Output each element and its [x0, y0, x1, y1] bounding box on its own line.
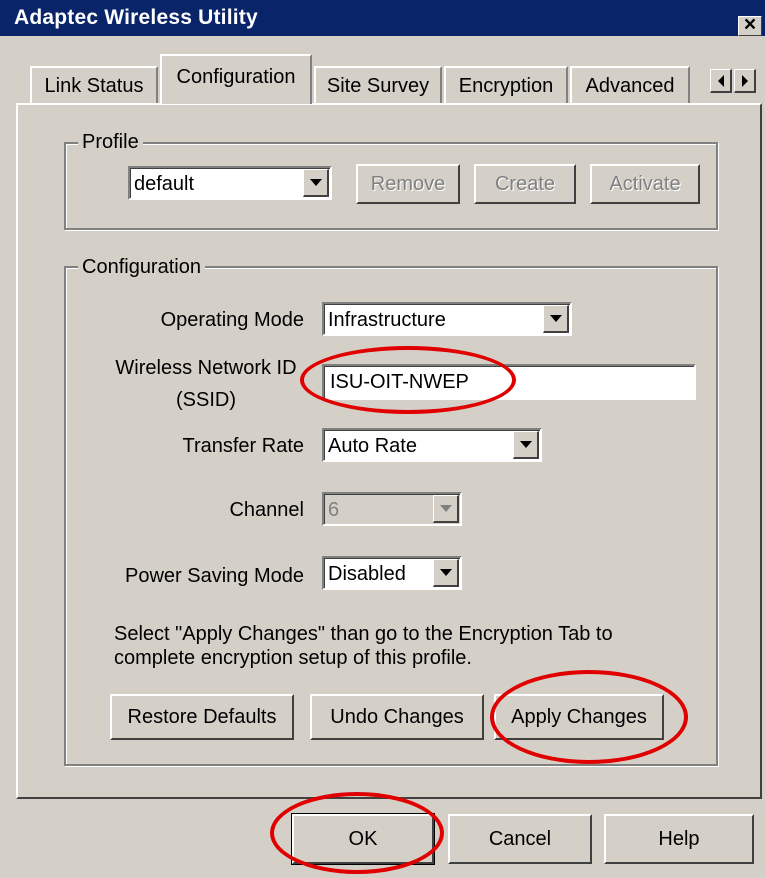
tab-encryption[interactable]: Encryption — [444, 66, 568, 104]
undo-changes-button[interactable]: Undo Changes — [310, 694, 484, 740]
chevron-down-icon — [440, 505, 452, 512]
channel-label: Channel — [229, 499, 304, 521]
profile-select-value: default — [134, 173, 195, 195]
operating-mode-label: Operating Mode — [160, 309, 304, 331]
close-button[interactable]: × — [738, 13, 762, 36]
tab-scroll-left-button[interactable] — [710, 69, 732, 93]
activate-profile-button[interactable]: Activate — [590, 164, 700, 204]
tab-label: Configuration — [176, 66, 296, 88]
remove-profile-button[interactable]: Remove — [356, 164, 460, 204]
tab-link-status[interactable]: Link Status — [30, 66, 158, 104]
create-profile-button[interactable]: Create — [474, 164, 576, 204]
dropdown-button[interactable] — [303, 169, 329, 197]
ssid-input-value: ISU-OIT-NWEP — [330, 371, 469, 393]
tab-site-survey[interactable]: Site Survey — [314, 66, 442, 104]
ssid-label-line1: Wireless Network ID — [115, 357, 297, 379]
dropdown-button[interactable] — [433, 495, 459, 523]
help-button[interactable]: Help — [604, 814, 754, 864]
close-icon: × — [743, 13, 757, 36]
chevron-down-icon — [520, 441, 532, 448]
dropdown-button[interactable] — [433, 559, 459, 587]
power-saving-label: Power Saving Mode — [125, 565, 304, 587]
profile-group-title: Profile — [78, 131, 143, 153]
tab-label: Advanced — [585, 74, 675, 97]
dropdown-button[interactable] — [513, 431, 539, 459]
arrow-left-icon — [717, 75, 724, 87]
operating-mode-select[interactable]: Infrastructure — [322, 302, 572, 336]
power-saving-value: Disabled — [328, 563, 406, 585]
instruction-text: Select "Apply Changes" than go to the En… — [114, 622, 694, 670]
ssid-label-line2: (SSID) — [176, 389, 236, 411]
profile-select[interactable]: default — [128, 166, 332, 200]
tab-scroll-right-button[interactable] — [734, 69, 756, 93]
transfer-rate-select[interactable]: Auto Rate — [322, 428, 542, 462]
tab-label: Site Survey — [326, 74, 430, 97]
apply-changes-button[interactable]: Apply Changes — [494, 694, 664, 740]
configuration-group-title: Configuration — [78, 256, 205, 278]
dropdown-button[interactable] — [543, 305, 569, 333]
chevron-down-icon — [440, 569, 452, 576]
tab-advanced[interactable]: Advanced — [570, 66, 690, 104]
chevron-down-icon — [550, 315, 562, 322]
tab-label: Link Status — [44, 74, 144, 97]
tab-configuration[interactable]: Configuration — [160, 54, 312, 104]
cancel-button[interactable]: Cancel — [448, 814, 592, 864]
transfer-rate-label: Transfer Rate — [182, 435, 304, 457]
title-bar: Adaptec Wireless Utility — [0, 0, 765, 36]
ssid-input[interactable]: ISU-OIT-NWEP — [322, 364, 696, 400]
power-saving-select[interactable]: Disabled — [322, 556, 462, 590]
instruction-line2: complete encryption setup of this profil… — [114, 647, 472, 669]
arrow-right-icon — [741, 75, 748, 87]
ok-button[interactable]: OK — [291, 813, 435, 865]
tab-label: Encryption — [458, 74, 554, 97]
channel-select[interactable]: 6 — [322, 492, 462, 526]
instruction-line1: Select "Apply Changes" than go to the En… — [114, 623, 613, 645]
restore-defaults-button[interactable]: Restore Defaults — [110, 694, 294, 740]
chevron-down-icon — [310, 179, 322, 186]
window-title: Adaptec Wireless Utility — [14, 6, 258, 29]
operating-mode-value: Infrastructure — [328, 309, 446, 331]
transfer-rate-value: Auto Rate — [328, 435, 417, 457]
channel-value: 6 — [328, 499, 340, 521]
